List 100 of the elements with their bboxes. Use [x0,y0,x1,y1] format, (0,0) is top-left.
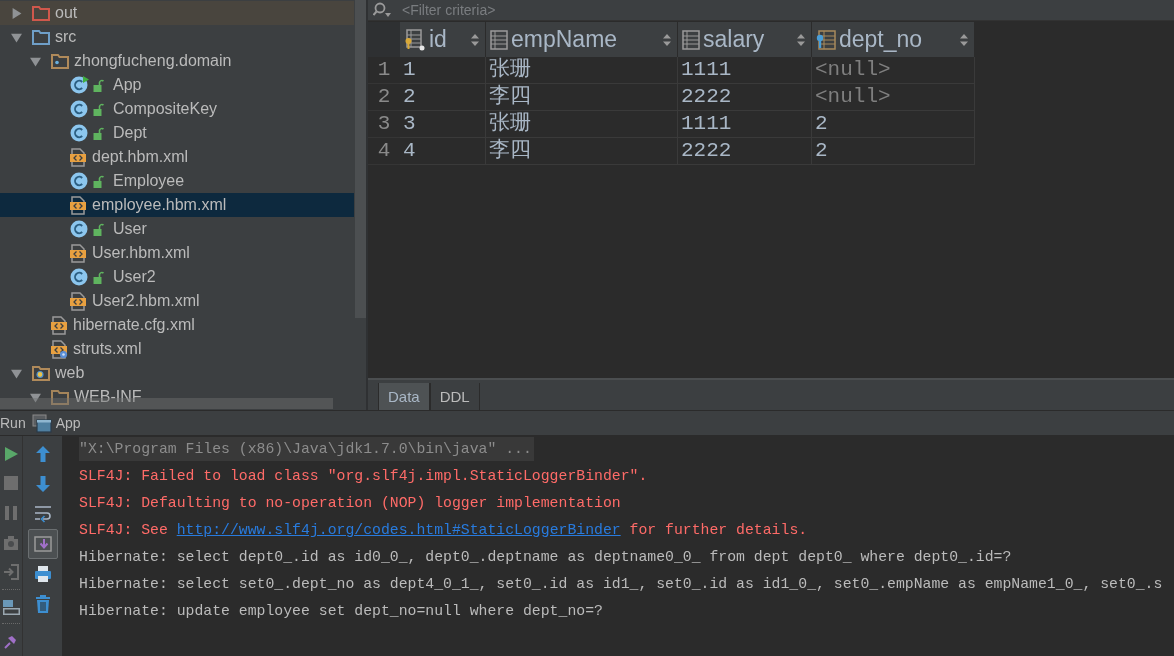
column-name: empName [511,26,618,53]
folder-icon [32,29,50,45]
expand-arrow-icon[interactable] [11,7,22,19]
window-icon [31,413,52,433]
primary-key-column-icon [404,28,426,51]
class-icon [70,124,89,142]
table-cell: 1 [400,57,486,84]
hammer-icon [3,633,19,650]
panel-title: Run [0,415,26,431]
table-cell: 2 [400,84,486,111]
tree-item[interactable]: User2.hbm.xml [0,289,354,313]
tree-item[interactable]: CompositeKey [0,97,354,121]
table-cell: 1111 [678,57,812,84]
console-line: Hibernate: update employee set dept_no=null where dept_no=? [79,602,603,621]
console-line: SLF4J: See http://www.slf4j.org/codes.html#StaticLoggerBinder for further details. [79,521,808,540]
column-header[interactable]: salary [678,22,812,57]
tree-item[interactable]: User2 [0,265,354,289]
unlocked-padlock-icon [93,102,104,116]
tab[interactable]: Data [378,383,430,410]
tree-item[interactable]: dept.hbm.xml [0,145,354,169]
table-cell: <null> [812,84,975,111]
search-icon[interactable] [373,2,393,18]
xml-file-icon [70,291,87,311]
tree-item[interactable]: web [0,361,354,385]
table-cell: 李四 [486,84,678,111]
tree-item[interactable]: out [0,1,354,25]
column-name: dept_no [839,26,923,53]
class-icon [70,268,89,286]
xml-gear-file-icon [51,339,68,359]
tree-item[interactable]: App [0,73,354,97]
row-number: 1 [368,57,400,84]
tree-item[interactable]: WEB-INF [0,385,354,409]
link[interactable]: http://www.slf4j.org/codes.html#StaticLoggerBinder [176,522,621,538]
sort-icon[interactable] [960,33,968,46]
folder-icon [32,5,50,21]
run-config-tab[interactable]: App [31,413,81,433]
unlocked-padlock-icon [93,270,104,284]
collapse-arrow-icon[interactable] [30,391,41,403]
tree-item[interactable]: Employee [0,169,354,193]
collapse-arrow-icon[interactable] [11,31,22,43]
tree-item[interactable]: hibernate.cfg.xml [0,313,354,337]
xml-file-icon [70,195,87,215]
filter-field[interactable]: <Filter criteria> [402,1,582,19]
tree-item[interactable]: employee.hbm.xml [0,193,354,217]
console-line: Hibernate: select set0_.dept_no as dept4_0_1_, set0_.id as id1_, set0_.id as id1_0_, set0_.empName as empName1_0_, set0_.s [79,575,1163,594]
printer-icon [33,565,52,583]
pause-icon [3,504,19,521]
tree-item[interactable]: zhongfucheng.domain [0,49,354,73]
unlocked-padlock-icon [93,174,104,188]
table-cell: 李四 [486,138,678,165]
unlocked-padlock-icon [93,222,104,236]
console-line: SLF4J: Failed to load class "org.slf4j.impl.StaticLoggerBinder". [79,467,648,486]
play-icon [3,445,19,462]
tree-item[interactable]: User.hbm.xml [0,241,354,265]
door-arrow-icon [3,564,19,581]
sort-icon[interactable] [663,33,671,46]
table-cell: 张珊 [486,111,678,138]
tree-item[interactable]: src [0,25,354,49]
sort-icon[interactable] [471,33,479,46]
table-cell: 2222 [678,138,812,165]
row-number: 2 [368,84,400,111]
web-folder-icon [32,365,50,381]
console-line: Hibernate: select dept0_.id as id0_0_, dept0_.deptname as deptname0_0_ from dept dept0_ where dept0_.id=? [79,548,1012,567]
column-name: id [429,26,447,53]
scrollbar-thumb[interactable] [355,0,366,318]
unlocked-padlock-icon [93,78,104,92]
column-header[interactable]: id [400,22,486,57]
column-header[interactable]: dept_no [812,22,975,57]
xml-file-icon [51,315,68,335]
stop-icon [3,475,19,492]
wrap-icon [33,505,52,523]
trash-icon [33,595,52,613]
runnable-class-icon [70,76,89,94]
unlocked-padlock-icon [93,126,104,140]
class-icon [70,172,89,190]
folder-icon [51,389,69,405]
row-number: 4 [368,138,400,165]
column-header[interactable]: empName [486,22,678,57]
collapse-arrow-icon[interactable] [11,367,22,379]
column-icon [490,29,508,50]
collapse-arrow-icon[interactable] [30,55,41,67]
class-icon [70,220,89,238]
tree-item[interactable]: struts.xml [0,337,354,361]
foreign-key-column-icon [816,29,836,50]
camera-icon [3,535,19,550]
class-icon [70,100,89,118]
table-cell: 2 [812,111,975,138]
table-cell: 1111 [678,111,812,138]
console-line: SLF4J: Defaulting to no-operation (NOP) logger implementation [79,494,621,513]
column-name: salary [703,26,765,53]
table-cell: 2 [812,138,975,165]
column-icon [682,29,700,50]
tree-item[interactable]: User [0,217,354,241]
tree-item[interactable]: Dept [0,121,354,145]
layout-icon [2,598,20,615]
table-cell: <null> [812,57,975,84]
table-cell: 3 [400,111,486,138]
package-icon [51,53,69,69]
sort-icon[interactable] [797,33,805,46]
table-cell: 2222 [678,84,812,111]
